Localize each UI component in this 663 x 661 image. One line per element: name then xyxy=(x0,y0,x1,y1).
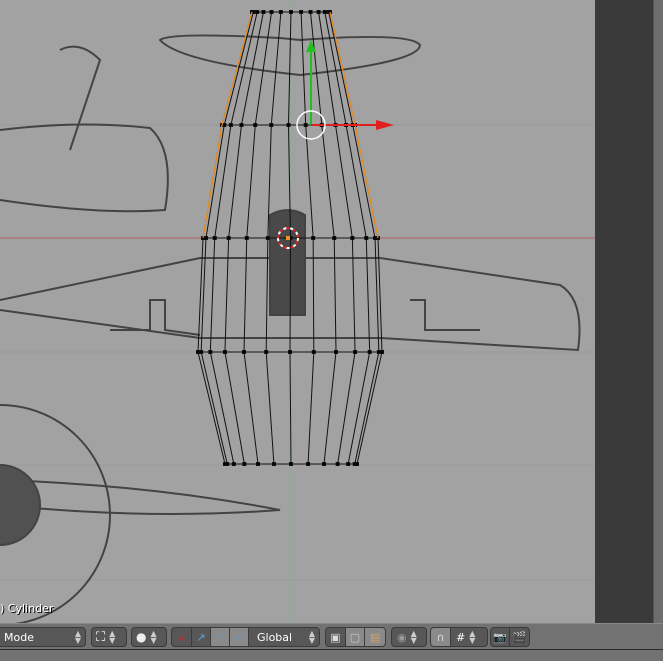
3d-viewport[interactable]: ) Cylinder xyxy=(0,0,595,623)
mesh-vertex[interactable] xyxy=(242,462,247,466)
mesh-vertex[interactable] xyxy=(208,350,213,354)
mesh-vertex[interactable] xyxy=(255,10,260,14)
mesh-vertex[interactable] xyxy=(286,123,291,127)
mesh-vertex[interactable] xyxy=(199,350,204,354)
mesh-vertex[interactable] xyxy=(346,462,351,466)
mesh-vertex[interactable] xyxy=(212,236,217,240)
mesh-vertex[interactable] xyxy=(311,350,316,354)
pivot-bounding-box-icon: ⛶ xyxy=(96,629,106,645)
tool-shelf-region xyxy=(595,0,653,623)
mesh-vertex[interactable] xyxy=(226,236,231,240)
opengl-render-icon[interactable]: 📷 xyxy=(491,628,511,646)
mesh-vertex[interactable] xyxy=(288,350,292,354)
mesh-vertex[interactable] xyxy=(261,10,266,14)
mesh-vertex[interactable] xyxy=(376,350,381,354)
mesh-vertex[interactable] xyxy=(332,236,337,240)
dropdown-arrows-icon: ▲ ▼ xyxy=(74,629,81,645)
snap-group[interactable]: ∩ # ▲ ▼ xyxy=(430,627,488,647)
mesh-vertex[interactable] xyxy=(256,462,260,466)
proportional-edit-icon: ◉ xyxy=(397,630,407,644)
mesh-vertex[interactable] xyxy=(334,350,338,354)
mesh-vertex[interactable] xyxy=(303,123,308,127)
y-arrow-icon[interactable] xyxy=(306,40,316,52)
mesh-vertex[interactable] xyxy=(239,123,244,127)
mesh-vertex[interactable] xyxy=(289,462,293,466)
mesh-vertex[interactable] xyxy=(367,350,372,354)
orientation-selector[interactable]: Global ▲ ▼ xyxy=(249,628,319,646)
manipulator-group[interactable]: ⅄ ↗ ◜ ⌐ Global ▲ ▼ xyxy=(171,627,320,647)
mesh-vertex[interactable] xyxy=(264,350,269,354)
select-mode-group[interactable]: ▣ ▢ ▤ xyxy=(325,627,386,647)
orientation-label: Global xyxy=(257,630,293,644)
snap-element-icon[interactable]: # xyxy=(451,631,465,644)
magnet-icon[interactable]: ∩ xyxy=(431,628,451,646)
mesh-vertex[interactable] xyxy=(316,10,321,14)
dropdown-arrows-icon: ▲ ▼ xyxy=(469,629,476,645)
mesh-vertex[interactable] xyxy=(271,462,276,466)
mesh-vertex[interactable] xyxy=(231,462,236,466)
viewport-header: Mode ▲ ▼ ⛶ ▲ ▼ ● ▲ ▼ ⅄ ↗ ◜ ⌐ Global ▲ ▼ ▣ ▢ … xyxy=(0,623,663,650)
face-select-icon[interactable]: ▤ xyxy=(365,628,385,646)
mesh-vertex[interactable] xyxy=(222,350,227,354)
mesh-vertex[interactable] xyxy=(242,350,246,354)
viewport-canvas[interactable] xyxy=(0,0,595,623)
render-group[interactable]: 📷 🎬 xyxy=(490,627,530,647)
mesh-vertex[interactable] xyxy=(269,10,274,14)
mesh-vertex[interactable] xyxy=(355,462,359,466)
mesh-vertex[interactable] xyxy=(289,10,293,14)
opengl-render-animation-icon[interactable]: 🎬 xyxy=(510,628,529,646)
mode-selector[interactable]: Mode ▲ ▼ xyxy=(0,627,86,647)
mesh-vertex[interactable] xyxy=(228,123,233,127)
dropdown-arrows-icon: ▲ ▼ xyxy=(308,629,315,645)
mesh-vertex[interactable] xyxy=(299,10,304,14)
mesh-vertex[interactable] xyxy=(203,236,208,240)
mesh-vertex[interactable] xyxy=(308,10,313,14)
vertex-select-icon[interactable]: ▣ xyxy=(326,628,346,646)
scale-icon[interactable]: ⌐ xyxy=(230,628,249,646)
mesh-vertex[interactable] xyxy=(253,123,258,127)
object-name-label: ) Cylinder xyxy=(0,602,54,615)
mesh-vertex[interactable] xyxy=(269,123,274,127)
timeline-region xyxy=(0,650,663,661)
mode-label: Mode xyxy=(4,630,34,644)
dropdown-arrows-icon: ▲ ▼ xyxy=(410,629,417,645)
mesh-vertex[interactable] xyxy=(225,462,230,466)
pivot-point-selector[interactable]: ⛶ ▲ ▼ xyxy=(91,627,127,647)
dropdown-arrows-icon: ▲ ▼ xyxy=(150,629,157,645)
dropdown-arrows-icon: ▲ ▼ xyxy=(109,629,116,645)
mesh-vertex[interactable] xyxy=(335,462,340,466)
proportional-edit-selector[interactable]: ◉ ▲ ▼ xyxy=(391,627,427,647)
viewport-shading-icon: ● xyxy=(136,630,147,644)
mesh-vertex[interactable] xyxy=(278,10,283,14)
rotate-icon[interactable]: ◜ xyxy=(211,628,230,646)
mesh-vertex[interactable] xyxy=(311,236,316,240)
mesh-vertex[interactable] xyxy=(244,236,249,240)
edge-select-icon[interactable]: ▢ xyxy=(345,628,366,646)
mesh-vertex[interactable] xyxy=(380,350,384,354)
mesh-vertex[interactable] xyxy=(353,350,358,354)
mesh-vertex[interactable] xyxy=(222,123,227,127)
mesh-vertex[interactable] xyxy=(350,236,355,240)
mesh-vertex[interactable] xyxy=(265,236,270,240)
manipulator-toggle-icon[interactable]: ⅄ xyxy=(172,628,192,646)
x-arrow-icon[interactable] xyxy=(376,120,394,130)
mesh-vertex[interactable] xyxy=(306,462,311,466)
mesh-vertex[interactable] xyxy=(364,236,369,240)
mesh-vertex[interactable] xyxy=(196,350,200,354)
properties-panel-edge[interactable] xyxy=(653,0,663,623)
mesh-vertex[interactable] xyxy=(322,462,326,466)
mesh-vertex[interactable] xyxy=(322,10,327,14)
viewport-shading-selector[interactable]: ● ▲ ▼ xyxy=(131,627,167,647)
translate-icon[interactable]: ↗ xyxy=(192,628,211,646)
